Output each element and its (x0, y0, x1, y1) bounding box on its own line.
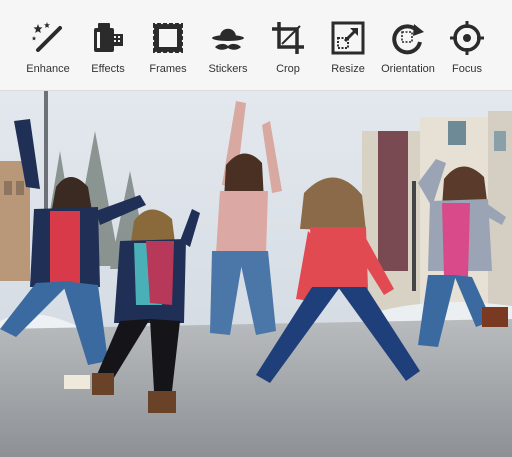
tool-label: Focus (452, 63, 482, 75)
tool-effects[interactable]: Effects (76, 0, 140, 91)
editor-toolbar: Enhance Effects Frames Stickers Crop Res… (0, 0, 512, 91)
hat-mustache-icon (210, 20, 246, 56)
tool-enhance[interactable]: Enhance (16, 0, 80, 91)
tool-stickers[interactable]: Stickers (196, 0, 260, 91)
magic-wand-icon (30, 20, 66, 56)
tool-resize[interactable]: Resize (316, 0, 380, 91)
tool-orientation[interactable]: Orientation (376, 0, 440, 91)
resize-icon (330, 20, 366, 56)
crop-icon (270, 20, 306, 56)
tool-crop[interactable]: Crop (256, 0, 320, 91)
effects-icon (90, 20, 126, 56)
focus-target-icon (449, 20, 485, 56)
frame-icon (150, 20, 186, 56)
tool-focus[interactable]: Focus (435, 0, 499, 91)
photo-canvas[interactable] (0, 91, 512, 457)
rotate-icon (390, 20, 426, 56)
photo-image (0, 91, 512, 457)
tool-frames[interactable]: Frames (136, 0, 200, 91)
